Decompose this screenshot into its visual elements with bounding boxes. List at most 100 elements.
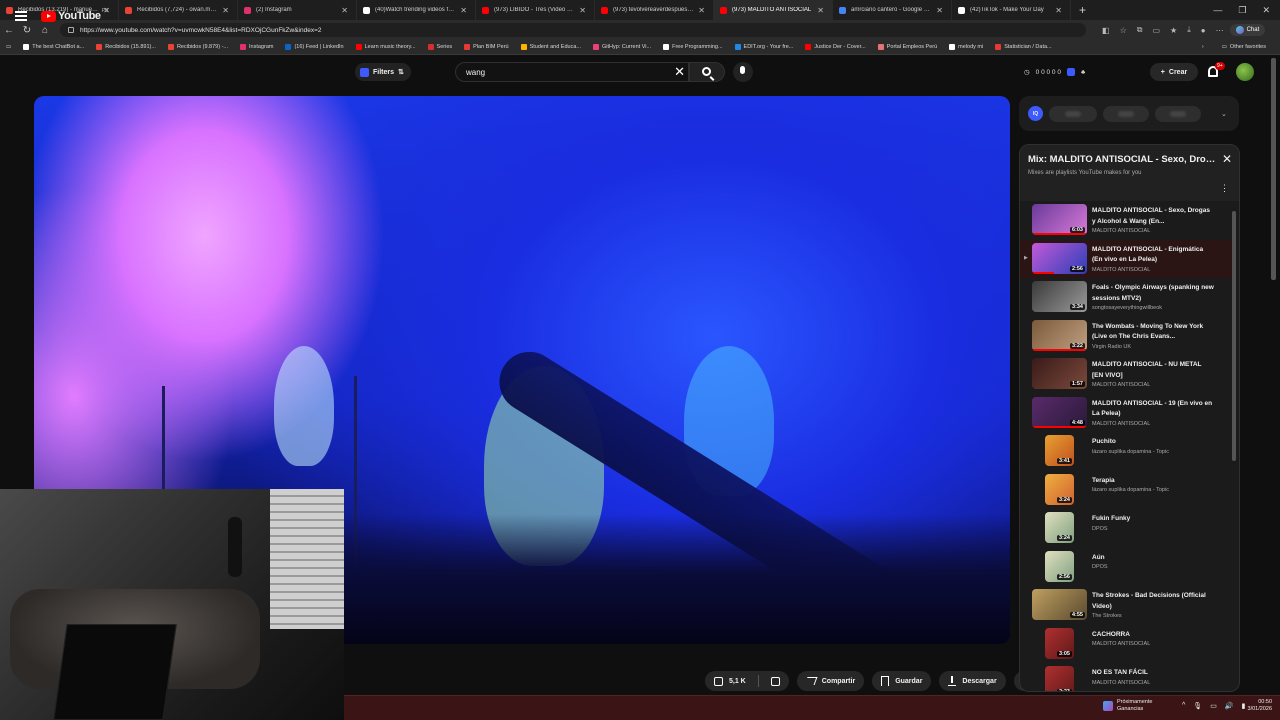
iq-extension-icon[interactable]: IQ — [1028, 106, 1043, 121]
back-icon[interactable]: ← — [0, 25, 18, 36]
extensions-puzzle-icon[interactable]: ⧉ — [1137, 25, 1143, 35]
playlist-scroll-thumb[interactable] — [1232, 211, 1236, 461]
playlist-item[interactable]: 2:56 Aún DPOS — [1020, 548, 1233, 587]
video-thumbnail[interactable]: 4:48 — [1032, 396, 1087, 428]
favorite-star-icon[interactable]: ☆ — [1120, 26, 1127, 35]
playlist-item[interactable]: 3:05 CACHORRA MALDITO ANTISOCIAL — [1020, 625, 1233, 664]
home-icon[interactable]: ⌂ — [36, 25, 54, 36]
browser-tab[interactable]: (973) MALDITO ANTISOCIAL ✕ — [714, 0, 833, 20]
thumbs-down-icon[interactable] — [770, 676, 780, 686]
close-tab-icon[interactable]: ✕ — [698, 6, 705, 15]
close-tab-icon[interactable]: ✕ — [817, 6, 824, 15]
download-button[interactable]: Descargar — [939, 671, 1006, 691]
playlist-item[interactable]: 2:23 NO ES TAN FÁCIL MALDITO ANTISOCIAL — [1020, 663, 1233, 691]
taskbar-news-widget[interactable]: Próximamente Ganancias — [1103, 699, 1152, 712]
playlist-item-title[interactable]: NO ES TAN FÁCIL — [1092, 668, 1214, 679]
bookmark-item[interactable]: Plan BIM Perú — [458, 44, 514, 50]
url-field[interactable]: https://www.youtube.com/watch?v=uvmcwkN5… — [60, 23, 1086, 37]
browser-tab[interactable]: (2) Instagram ✕ — [238, 0, 357, 20]
browser-tab[interactable]: (42)TikTok - Make Your Day ✕ — [952, 0, 1071, 20]
site-info-icon[interactable] — [68, 27, 74, 33]
chat-button[interactable]: Chat — [1229, 24, 1266, 36]
menu-dots-icon[interactable]: ⋯ — [1216, 26, 1224, 35]
bookmark-item[interactable]: Series — [422, 44, 459, 50]
playlist-item-title[interactable]: CACHORRA — [1092, 630, 1214, 641]
voice-search-button[interactable] — [733, 62, 753, 82]
playlist-item-title[interactable]: MALDITO ANTISOCIAL - NU METAL [EN VIVO] — [1092, 360, 1214, 381]
playlist-item[interactable]: 3:24 Terapia lázaro suplika dopamina - Top… — [1020, 471, 1233, 510]
video-thumbnail[interactable]: 2:56 — [1045, 550, 1074, 582]
create-button[interactable]: + Crear — [1150, 63, 1198, 81]
browser-tab[interactable]: (40)Watch trending videos for you ✕ — [357, 0, 476, 20]
bookmark-item[interactable]: (16) Feed | LinkedIn — [279, 44, 349, 50]
share-button[interactable]: Compartir — [796, 671, 865, 691]
playlist-item-title[interactable]: Puchito — [1092, 437, 1214, 448]
favorites-icon[interactable]: ★ — [1170, 26, 1177, 35]
playlist-item[interactable]: 3:24 Fukin Funky DPOS — [1020, 509, 1233, 548]
chip[interactable] — [1155, 105, 1201, 122]
tray-mic-icon[interactable]: 🎙 — [1193, 702, 1202, 710]
network-icon[interactable]: ▭ — [1210, 702, 1217, 710]
bookmarks-chevron-icon[interactable]: › — [1202, 44, 1204, 50]
bookmark-item[interactable]: GitHyp: Current Vi... — [587, 44, 657, 50]
new-tab-button[interactable]: + — [1071, 3, 1094, 17]
playlist-item[interactable]: 6:03 MALDITO ANTISOCIAL - Sexo, Drogas y … — [1020, 201, 1233, 240]
tray-chevron-icon[interactable]: ^ — [1182, 702, 1185, 710]
close-tab-icon[interactable]: ✕ — [1055, 6, 1062, 15]
save-button[interactable]: Guardar — [872, 671, 932, 691]
video-thumbnail[interactable]: 2:56 — [1032, 242, 1087, 274]
bookmark-item[interactable]: Recibidos (15.891)... — [90, 44, 162, 50]
bookmark-item[interactable]: melody mi — [943, 44, 989, 50]
close-tab-icon[interactable]: ✕ — [579, 6, 586, 15]
playlist-item-title[interactable]: MALDITO ANTISOCIAL - Sexo, Drogas y Alco… — [1092, 206, 1214, 227]
browser-tab[interactable]: Recibidos (7,724) - oivan.mu@gm ✕ — [119, 0, 238, 20]
bookmark-item[interactable]: Student and Educa... — [515, 44, 587, 50]
minimize-icon[interactable]: — — [1213, 5, 1222, 15]
playlist-item[interactable]: 3:41 Puchito lázaro suplika dopamina - Top… — [1020, 432, 1233, 471]
playlist-item-title[interactable]: Aún — [1092, 553, 1214, 564]
playlist-item-title[interactable]: Foals - Olympic Airways (spanking new se… — [1092, 283, 1214, 304]
video-thumbnail[interactable]: 3:05 — [1045, 627, 1074, 659]
video-thumbnail[interactable]: 3:24 — [1045, 512, 1074, 543]
account-avatar[interactable] — [1236, 63, 1254, 81]
other-favorites[interactable]: ▭ Other favorites — [1216, 44, 1272, 50]
close-tab-icon[interactable]: ✕ — [936, 6, 943, 15]
playlist-item-title[interactable]: The Strokes - Bad Decisions (Official Vi… — [1092, 591, 1214, 612]
profile-icon[interactable]: ● — [1201, 26, 1206, 35]
playlist-item-title[interactable]: MALDITO ANTISOCIAL - 19 (En vivo en La P… — [1092, 399, 1214, 420]
volume-icon[interactable]: 🔊 — [1225, 702, 1234, 710]
close-window-icon[interactable]: ✕ — [1262, 5, 1270, 16]
chip[interactable] — [1103, 105, 1149, 122]
video-thumbnail[interactable]: 3:22 — [1032, 319, 1087, 351]
page-scrollbar[interactable] — [1271, 58, 1276, 280]
bookmark-item[interactable]: Justice Der - Cover... — [799, 44, 871, 50]
menu-icon[interactable] — [15, 11, 27, 21]
video-thumbnail[interactable]: 3:34 — [1032, 281, 1087, 312]
bookmark-item[interactable]: Portal Empleos Perú — [872, 44, 943, 50]
close-tab-icon[interactable]: ✕ — [341, 6, 348, 15]
video-thumbnail[interactable]: 2:23 — [1045, 666, 1074, 691]
bookmark-item[interactable]: EDIT.org - Your fre... — [729, 44, 800, 50]
filters-button[interactable]: Filters ⇅ — [355, 63, 411, 81]
video-thumbnail[interactable]: 4:55 — [1032, 589, 1087, 620]
bookmark-item[interactable]: Statistician / Data... — [989, 44, 1057, 50]
playlist-item-title[interactable]: Terapia — [1092, 476, 1214, 487]
search-button[interactable] — [689, 62, 725, 82]
playlist-item-title[interactable]: MALDITO ANTISOCIAL - Enigmática (En vivo… — [1092, 245, 1214, 266]
playlist-item[interactable]: 4:48 MALDITO ANTISOCIAL - 19 (En vivo en … — [1020, 394, 1233, 433]
close-playlist-icon[interactable]: ✕ — [1222, 152, 1232, 166]
extension-icon[interactable]: ◧ — [1102, 26, 1110, 35]
taskbar-clock[interactable]: 00:50 3/01/2026 — [1238, 699, 1272, 714]
playlist-title[interactable]: Mix: MALDITO ANTISOCIAL - Sexo, Drogas y… — [1028, 154, 1218, 165]
video-thumbnail[interactable]: 1:57 — [1032, 358, 1087, 389]
video-thumbnail[interactable]: 3:24 — [1045, 473, 1074, 505]
playlist-item[interactable]: ▶ 2:56 MALDITO ANTISOCIAL - Enigmática (En… — [1020, 239, 1233, 278]
bookmark-item[interactable]: Learn music theory... — [350, 44, 422, 50]
chip[interactable] — [1049, 105, 1097, 122]
bookmark-item[interactable]: Free Programming... — [657, 44, 728, 50]
playlist-item[interactable]: 3:34 Foals - Olympic Airways (spanking ne… — [1020, 278, 1233, 317]
bookmark-item[interactable]: Recibidos (9.879) -... — [162, 44, 234, 50]
browser-tab[interactable]: (973) LIBIDO - Tres (Video Oficial) ✕ — [476, 0, 595, 20]
reload-icon[interactable]: ↻ — [18, 25, 36, 36]
maximize-icon[interactable]: ❐ — [1238, 5, 1246, 16]
